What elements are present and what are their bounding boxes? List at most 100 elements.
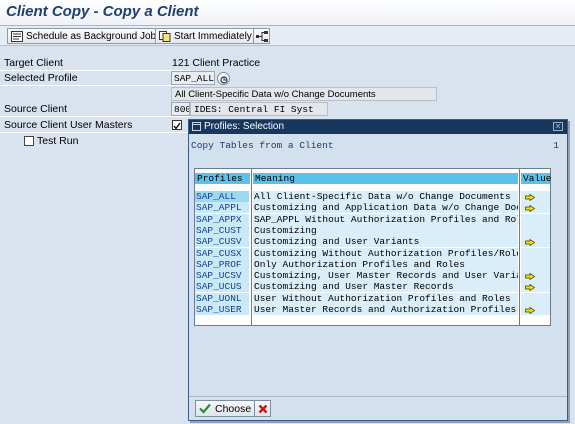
value-cell[interactable] [521,202,550,214]
search-help-icon [220,75,228,84]
cancel-icon [258,404,268,414]
page-title: Client Copy - Copy a Client [6,3,199,20]
meaning-cell: User Without Authorization Profiles and … [253,292,518,304]
dialog-title-bar: Profiles: Selection ✕ [189,120,567,134]
profile-cell[interactable]: SAP_UCUS [195,281,249,293]
profile-cell[interactable]: SAP_PROF [195,258,249,270]
label-underline [0,85,190,86]
target-client-label: Target Client [4,57,63,69]
schedule-background-job-label: Schedule as Background Job [26,30,157,42]
profile-cell[interactable]: SAP_CUST [195,224,249,236]
table-row[interactable]: SAP_ALL All Client-Specific Data w/o Chan… [195,191,550,202]
source-client-description: IDES: Central FI Syst [190,102,328,116]
meaning-cell: Only Authorization Profiles and Roles [253,258,518,270]
table-row[interactable]: SAP_UCSV Customizing, User Master Records… [195,270,550,282]
profile-cell[interactable]: SAP_USER [195,304,249,315]
table-row[interactable]: SAP_PROF Only Authorization Profiles and … [195,258,550,270]
value-cell[interactable] [521,292,550,304]
dialog-title: Profiles: Selection [204,121,285,132]
table-row[interactable]: SAP_APPX SAP_APPL Without Authorization P… [195,213,550,225]
choose-label: Choose [215,402,252,415]
source-client-label: Source Client [4,103,68,115]
meaning-cell: Customizing and User Master Records [253,281,518,293]
arrow-right-icon[interactable] [525,193,536,202]
checkmark-icon [199,403,211,414]
target-client-value: 121 Client Practice [172,57,261,69]
source-user-masters-checkbox[interactable] [172,120,182,130]
value-cell[interactable] [521,281,550,293]
source-client-field[interactable]: 800 [171,102,190,116]
table-row[interactable]: SAP_CUSV Customizing and User Variants [195,236,550,248]
dialog-close-button[interactable]: ✕ [553,122,563,131]
profile-cell[interactable]: SAP_CUSV [195,236,249,248]
dialog-footer: Choose [189,396,567,420]
selected-profile-field[interactable]: SAP_ALL [171,71,215,85]
profile-search-help-button[interactable] [217,72,230,85]
cancel-button[interactable] [254,400,271,417]
value-cell[interactable] [521,236,550,248]
selected-profile-label: Selected Profile [4,72,78,84]
meaning-cell: Customizing and Application Data w/o Cha… [253,202,518,214]
meaning-cell: User Master Records and Authorization Pr… [253,304,518,315]
profiles-selection-dialog: Profiles: Selection ✕ Copy Tables from a… [188,119,568,421]
meaning-cell: SAP_APPL Without Authorization Profiles … [253,213,518,225]
table-row[interactable]: SAP_CUSX Customizing Without Authorizatio… [195,247,550,259]
column-header-profiles[interactable]: Profiles [195,173,250,184]
table-row[interactable]: SAP_CUST Customizing [195,224,550,236]
table-row[interactable]: SAP_USER User Master Records and Authoriz… [195,304,550,315]
value-cell[interactable] [521,213,550,225]
application-toolbar: Schedule as Background Job Start Immedia… [0,26,575,46]
selected-profile-row: Selected Profile SAP_ALL [0,71,575,86]
label-underline [0,116,190,117]
schedule-background-job-button[interactable]: Schedule as Background Job [7,28,162,44]
start-immediately-button[interactable]: Start Immediately [155,28,257,44]
column-header-meaning[interactable]: Meaning [253,173,518,184]
value-cell[interactable] [521,258,550,270]
test-run-checkbox[interactable] [24,136,34,146]
target-client-row: Target Client 121 Client Practice [0,56,575,71]
arrow-right-icon[interactable] [525,306,536,315]
label-underline [0,132,190,133]
value-cell[interactable] [521,270,550,282]
profile-cell[interactable]: SAP_UCSV [195,270,249,282]
source-client-row: Source Client 800 IDES: Central FI Syst [0,102,575,117]
profile-cell[interactable]: SAP_UONL [195,292,249,304]
profile-cell[interactable]: SAP_CUSX [195,247,249,259]
close-icon: ✕ [554,122,562,131]
hierarchy-icon [255,30,268,42]
value-cell[interactable] [521,247,550,259]
table-row[interactable]: SAP_UONL User Without Authorization Profi… [195,292,550,304]
start-immediately-label: Start Immediately [174,30,252,42]
meaning-cell: Customizing [253,224,518,236]
title-bar: Client Copy - Copy a Client [0,0,575,26]
profile-description: All Client-Specific Data w/o Change Docu… [171,87,437,101]
profile-cell[interactable]: SAP_APPX [195,213,249,225]
window-icon [192,122,201,131]
test-run-label: Test Run [37,135,79,147]
hierarchy-button[interactable] [253,28,270,44]
source-user-masters-label: Source Client User Masters [4,119,133,131]
column-header-value[interactable]: Value [521,173,552,184]
arrow-right-icon[interactable] [525,204,536,213]
value-cell[interactable] [521,304,550,315]
arrow-right-icon[interactable] [525,238,536,247]
dialog-header-text: Copy Tables from a Client [191,140,334,151]
profile-cell[interactable]: SAP_ALL [195,191,249,202]
value-cell[interactable] [521,191,550,202]
meaning-cell: All Client-Specific Data w/o Change Docu… [253,191,518,202]
arrow-right-icon[interactable] [525,283,536,292]
choose-button[interactable]: Choose [195,400,258,417]
table-row[interactable]: SAP_APPL Customizing and Application Data… [195,202,550,214]
copy-icon [159,30,171,42]
dialog-header-count: 1 [553,140,559,151]
meaning-cell: Customizing and User Variants [253,236,518,248]
meaning-cell: Customizing Without Authorization Profil… [253,247,518,259]
profile-cell[interactable]: SAP_APPL [195,202,249,214]
meaning-cell: Customizing, User Master Records and Use… [253,270,518,282]
arrow-right-icon[interactable] [525,272,536,281]
value-cell[interactable] [521,224,550,236]
table-row[interactable]: SAP_UCUS Customizing and User Master Reco… [195,281,550,293]
clock-icon [11,30,23,42]
profile-description-row: All Client-Specific Data w/o Change Docu… [0,87,575,101]
profiles-table: Profiles Meaning Value SAP_ALL All Client… [194,168,559,424]
